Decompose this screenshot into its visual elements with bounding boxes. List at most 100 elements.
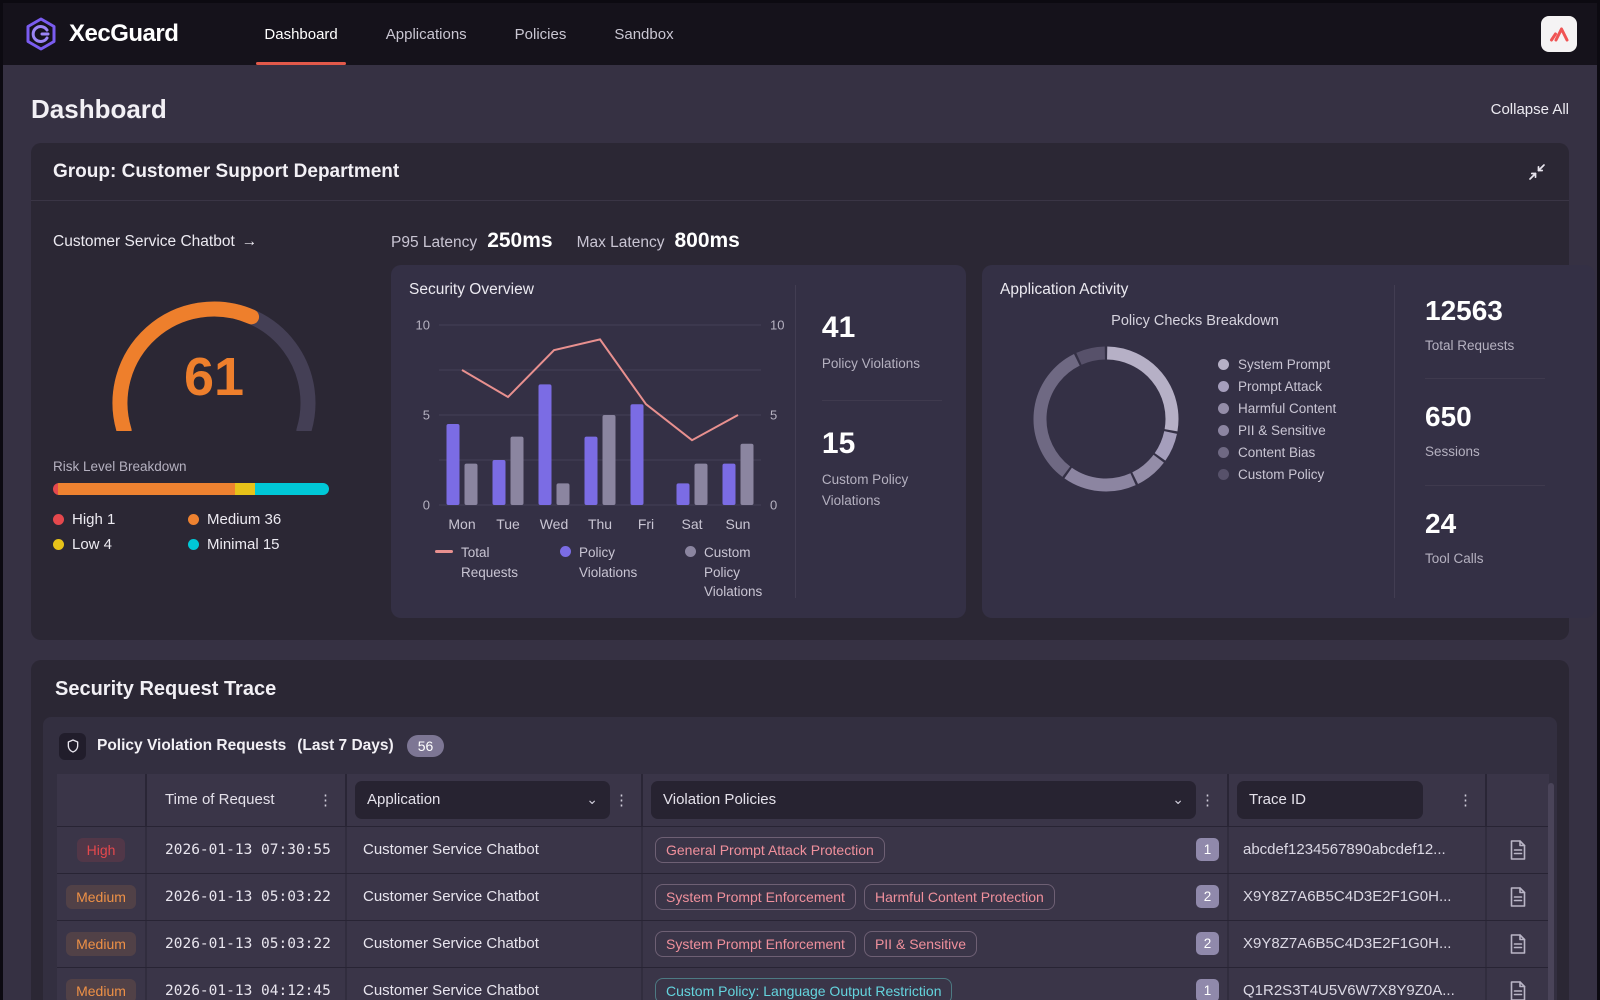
svg-text:5: 5 [423, 408, 430, 423]
svg-text:Mon: Mon [448, 516, 475, 532]
trace-table-body: High 2026-01-13 07:30:55 Customer Servic… [57, 826, 1549, 1000]
document-icon[interactable] [1508, 980, 1528, 1000]
svg-text:Sat: Sat [681, 516, 702, 532]
kebab-menu-icon[interactable]: ⋮ [1196, 791, 1219, 809]
legend-item-policy-violations: Policy Violations [560, 543, 665, 582]
collapse-group-button[interactable] [1527, 162, 1547, 182]
nav-item-dashboard[interactable]: Dashboard [240, 3, 361, 65]
trace-id: X9Y8Z7A6B5C4D3E2F1G0H... [1229, 921, 1487, 967]
stat-label: Sessions [1425, 442, 1577, 462]
svg-text:Sun: Sun [726, 516, 751, 532]
header-policies-cell: Violation Policies ⌄ ⋮ [643, 774, 1229, 826]
application-name: Customer Service Chatbot [347, 968, 643, 1000]
trace-panel-title: Security Request Trace [43, 660, 1557, 717]
table-row[interactable]: High 2026-01-13 07:30:55 Customer Servic… [57, 826, 1549, 873]
header-severity-cell [57, 774, 147, 826]
custom-policy-violations-count: 15 [822, 427, 948, 461]
trace-id: X9Y8Z7A6B5C4D3E2F1G0H... [1229, 874, 1487, 920]
donut-legend-item-pii-sensitive: PII & Sensitive [1218, 423, 1336, 438]
app-link-customer-service-chatbot[interactable]: Customer Service Chatbot → [53, 215, 375, 253]
nav-item-sandbox[interactable]: Sandbox [590, 3, 697, 65]
stat-value: 12563 [1425, 295, 1577, 327]
policy-chip[interactable]: PII & Sensitive [864, 931, 977, 957]
risk-label: Medium 36 [207, 511, 281, 528]
group-panel: Group: Customer Support Department Custo… [31, 143, 1569, 640]
dot-icon [1218, 381, 1229, 392]
donut-legend-label: System Prompt [1238, 357, 1330, 372]
risk-legend: High 1 Medium 36 Low 4 Minimal 15 [53, 511, 375, 553]
request-count-badge: 56 [407, 735, 445, 757]
svg-text:0: 0 [423, 498, 430, 513]
policy-chip[interactable]: Custom Policy: Language Output Restricti… [655, 978, 952, 1000]
document-icon[interactable] [1508, 886, 1528, 908]
svg-text:Wed: Wed [540, 516, 569, 532]
dot-icon [1218, 403, 1229, 414]
svg-text:Tue: Tue [496, 516, 520, 532]
chevron-down-icon: ⌄ [1172, 791, 1184, 808]
collapse-all-button[interactable]: Collapse All [1491, 101, 1569, 118]
brand[interactable]: XecGuard [23, 16, 178, 52]
dot-icon [560, 546, 571, 557]
legend-label: Total Requests [461, 543, 540, 582]
activity-stat-total-requests: 12563Total Requests [1425, 295, 1577, 356]
policy-chip[interactable]: System Prompt Enforcement [655, 931, 856, 957]
risk-score-value: 61 [184, 347, 244, 407]
security-request-trace-panel: Security Request Trace Policy Violation … [31, 660, 1569, 1000]
stat-label: Tool Calls [1425, 549, 1577, 569]
donut-legend-item-prompt-attack: Prompt Attack [1218, 379, 1336, 394]
risk-segment-minimal [255, 483, 329, 495]
nav-item-applications[interactable]: Applications [362, 3, 491, 65]
policy-chip[interactable]: System Prompt Enforcement [655, 884, 856, 910]
policy-chip[interactable]: General Prompt Attack Protection [655, 837, 885, 863]
application-filter-select[interactable]: Application ⌄ [355, 781, 610, 819]
donut-legend-item-harmful-content: Harmful Content [1218, 401, 1336, 416]
kebab-menu-icon[interactable]: ⋮ [1454, 791, 1477, 809]
mountain-logo-icon [1547, 22, 1571, 46]
max-latency-label: Max Latency [577, 234, 665, 252]
risk-legend-item-minimal: Minimal 15 [188, 536, 375, 553]
violation-policies-filter-select[interactable]: Violation Policies ⌄ [651, 781, 1196, 819]
account-app-button[interactable] [1541, 16, 1577, 52]
dot-icon [1218, 447, 1229, 458]
donut-legend-label: Prompt Attack [1238, 379, 1322, 394]
svg-text:5: 5 [770, 408, 777, 423]
application-activity-title: Application Activity [1000, 281, 1390, 299]
dot-icon [1218, 359, 1229, 370]
kebab-menu-icon[interactable]: ⋮ [314, 791, 337, 809]
risk-level-bar [53, 483, 329, 495]
request-time: 2026-01-13 05:03:22 [147, 921, 347, 967]
donut-legend-label: PII & Sensitive [1238, 423, 1326, 438]
severity-badge: Medium [66, 932, 136, 956]
document-icon[interactable] [1508, 933, 1528, 955]
trace-id-filter-box[interactable]: Trace ID [1237, 781, 1423, 819]
risk-legend-item-low: Low 4 [53, 536, 188, 553]
kebab-menu-icon[interactable]: ⋮ [610, 791, 633, 809]
legend-label: Custom Policy Violations [704, 543, 790, 602]
risk-legend-item-high: High 1 [53, 511, 188, 528]
group-title: Group: Customer Support Department [53, 161, 399, 183]
risk-legend-item-medium: Medium 36 [188, 511, 375, 528]
activity-stat-sessions: 650Sessions [1425, 401, 1577, 462]
table-row[interactable]: Medium 2026-01-13 05:03:22 Customer Serv… [57, 873, 1549, 920]
header-application-cell: Application ⌄ ⋮ [347, 774, 643, 826]
table-scrollbar[interactable] [1548, 783, 1554, 1000]
table-row[interactable]: Medium 2026-01-13 05:03:22 Customer Serv… [57, 920, 1549, 967]
high-dot-icon [53, 514, 64, 525]
risk-summary-column: 61 Risk Level Breakdown High 1Medium 36L… [53, 253, 375, 618]
collapse-arrows-icon [1527, 162, 1547, 182]
risk-segment-low [235, 483, 255, 495]
line-swatch-icon [435, 550, 453, 553]
document-icon[interactable] [1508, 839, 1528, 861]
policy-count-badge: 1 [1196, 838, 1219, 861]
chevron-down-icon: ⌄ [586, 791, 598, 808]
policy-count-badge: 2 [1196, 885, 1219, 908]
policy-checks-donut-chart [1020, 333, 1192, 505]
donut-legend-label: Harmful Content [1238, 401, 1336, 416]
severity-badge: Medium [66, 979, 136, 1000]
violation-policies-cell: Custom Policy: Language Output Restricti… [643, 968, 1229, 1000]
table-row[interactable]: Medium 2026-01-13 04:12:45 Customer Serv… [57, 967, 1549, 1000]
risk-label: Minimal 15 [207, 536, 280, 553]
nav-item-policies[interactable]: Policies [491, 3, 591, 65]
policy-chip[interactable]: Harmful Content Protection [864, 884, 1055, 910]
application-name: Customer Service Chatbot [347, 921, 643, 967]
